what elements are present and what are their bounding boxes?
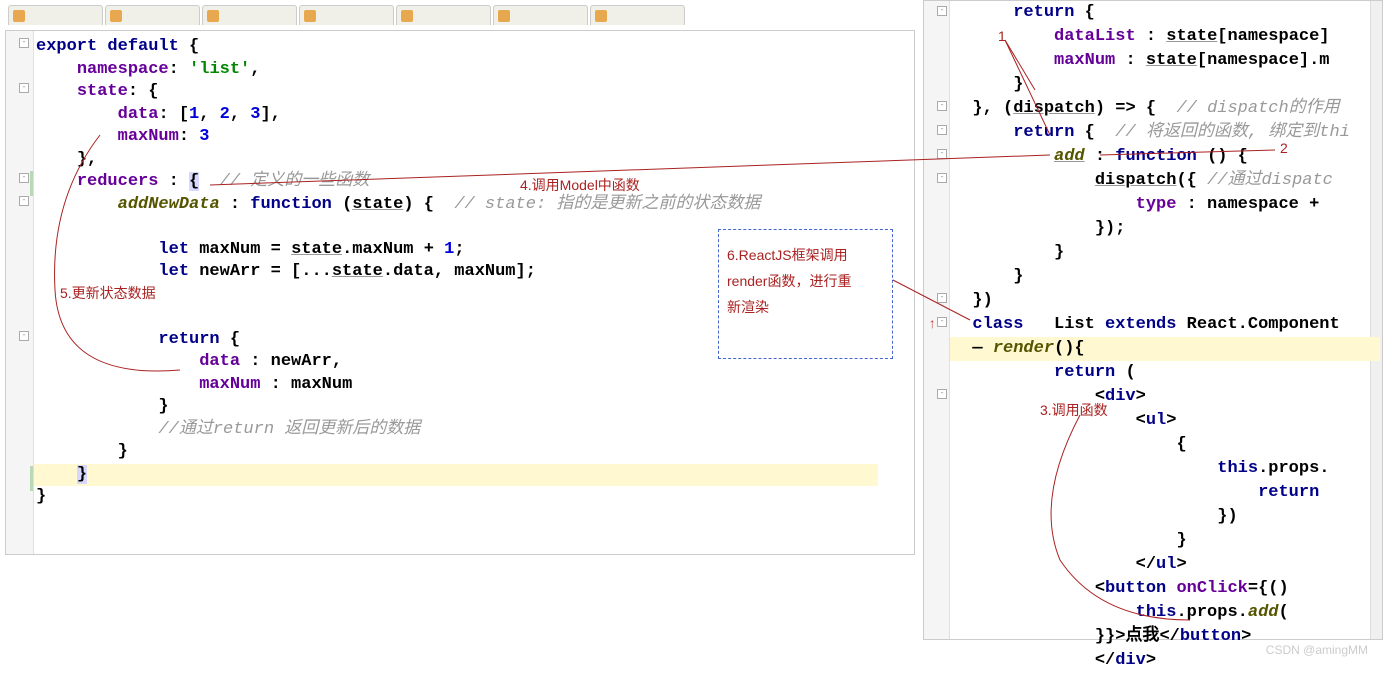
code-line: maxNum: 3 [36, 126, 878, 149]
right-editor-panel: - - - - - - - - ↑ return { dataList : st… [923, 0, 1383, 640]
annotation-1: 1 [998, 28, 1006, 44]
js-icon [401, 10, 413, 22]
js-icon [498, 10, 510, 22]
annotation-6a: 6.ReactJS框架调用 [727, 242, 900, 268]
arrow-up-icon: ↑ [928, 317, 936, 333]
editor-tab[interactable] [590, 5, 685, 25]
code-line: }) [952, 505, 1380, 529]
code-line: </ul> [952, 553, 1380, 577]
code-line: class List extends React.Component [952, 313, 1380, 337]
js-icon [13, 10, 25, 22]
change-marker [30, 466, 33, 491]
fold-icon[interactable]: - [19, 38, 29, 48]
annotation-3: 3.调用函数 [1040, 400, 1108, 420]
annotation-6b: render函数，进行重 [727, 268, 900, 294]
code-line: add : function () { [952, 145, 1380, 169]
fold-icon[interactable]: - [937, 149, 947, 159]
code-line: maxNum : maxNum [36, 374, 878, 397]
js-icon [207, 10, 219, 22]
editor-tab[interactable] [299, 5, 394, 25]
watermark: CSDN @amingMM [1266, 643, 1368, 657]
right-code-area[interactable]: return { dataList : state[namespace] max… [952, 1, 1380, 673]
code-line: maxNum : state[namespace].m [952, 49, 1380, 73]
code-line: }); [952, 217, 1380, 241]
code-line: return { [952, 1, 1380, 25]
fold-icon[interactable]: - [19, 83, 29, 93]
annotation-6c: 新渲染 [727, 294, 900, 320]
editor-tabs [8, 5, 685, 27]
code-line: } [952, 529, 1380, 553]
code-line: dispatch({ //通过dispatc [952, 169, 1380, 193]
js-icon [595, 10, 607, 22]
fold-icon[interactable]: - [937, 293, 947, 303]
code-line: <button onClick={() [952, 577, 1380, 601]
code-line: //通过return 返回更新后的数据 [36, 419, 878, 442]
fold-icon[interactable]: - [19, 331, 29, 341]
code-line: <ul> [952, 409, 1380, 433]
code-line: return ( [952, 361, 1380, 385]
code-line: namespace: 'list', [36, 59, 878, 82]
code-line: } [36, 396, 878, 419]
code-line: }, (dispatch) => { // dispatch的作用 [952, 97, 1380, 121]
editor-tab[interactable] [396, 5, 491, 25]
code-line: } [952, 241, 1380, 265]
editor-tab[interactable] [8, 5, 103, 25]
editor-tab[interactable] [202, 5, 297, 25]
fold-icon[interactable]: - [937, 389, 947, 399]
annotation-2: 2 [1280, 140, 1288, 156]
editor-tab[interactable] [105, 5, 200, 25]
fold-icon[interactable]: - [937, 125, 947, 135]
code-line: this.props. [952, 457, 1380, 481]
code-line: return [952, 481, 1380, 505]
code-line: this.props.add( [952, 601, 1380, 625]
code-line: }) [952, 289, 1380, 313]
annotation-box-6: 6.ReactJS框架调用 render函数，进行重 新渲染 [718, 229, 893, 359]
code-line: addNewData : function (state) { // state… [36, 194, 878, 217]
fold-icon[interactable]: - [937, 317, 947, 327]
fold-icon[interactable]: - [19, 173, 29, 183]
code-line: }, [36, 149, 878, 172]
code-line: } [952, 73, 1380, 97]
code-line: return { // 将返回的函数, 绑定到thi [952, 121, 1380, 145]
code-line: data: [1, 2, 3], [36, 104, 878, 127]
js-icon [110, 10, 122, 22]
fold-icon[interactable]: - [937, 6, 947, 16]
code-line: } [36, 486, 878, 509]
code-line: } [952, 265, 1380, 289]
code-line: { [952, 433, 1380, 457]
fold-icon[interactable]: - [19, 196, 29, 206]
js-icon [304, 10, 316, 22]
code-line: <div> [952, 385, 1380, 409]
code-line: } [34, 464, 878, 487]
code-line: export default { [36, 36, 878, 59]
code-line: } [36, 441, 878, 464]
fold-icon[interactable]: - [937, 101, 947, 111]
strikethrough-icon: — [972, 339, 982, 358]
code-line: state: { [36, 81, 878, 104]
annotation-4: 4.调用Model中函数 [520, 175, 640, 195]
code-line: type : namespace + [952, 193, 1380, 217]
main-container: - - - - - export default { namespace: 'l… [0, 0, 1388, 661]
fold-icon[interactable]: - [937, 173, 947, 183]
annotation-5: 5.更新状态数据 [60, 283, 156, 303]
code-line: — render(){ [950, 337, 1380, 361]
change-marker [30, 171, 33, 196]
code-line: dataList : state[namespace] [952, 25, 1380, 49]
code-line: reducers : { // 定义的一些函数 [36, 171, 878, 194]
editor-tab[interactable] [493, 5, 588, 25]
